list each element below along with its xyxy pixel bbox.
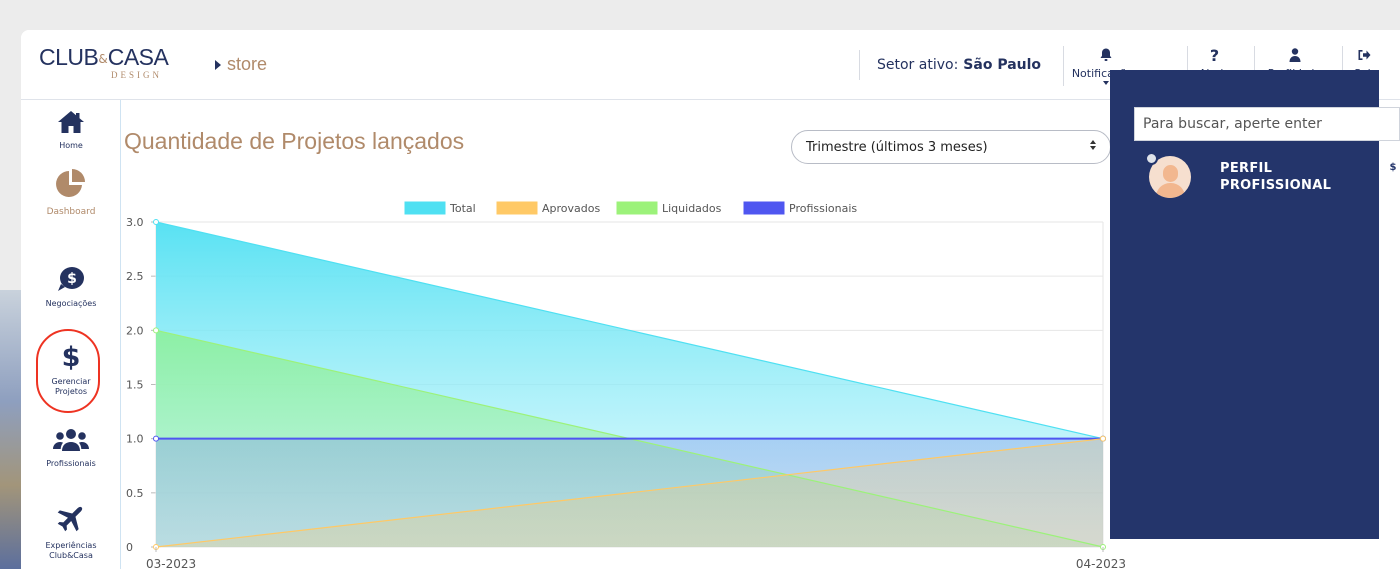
legend-label: Total	[449, 202, 476, 215]
sign-out-icon	[1358, 46, 1371, 64]
bell-icon	[1100, 46, 1112, 64]
y-tick-label: 2.5	[126, 270, 144, 283]
legend-swatch	[743, 201, 785, 215]
breadcrumb[interactable]: store	[215, 54, 267, 75]
logo[interactable]: CLUB&CASA DESIGN	[39, 44, 189, 84]
profile-name-line2: PROFISSIONAL	[1220, 178, 1332, 193]
period-select-value: Trimestre (últimos 3 meses)	[806, 139, 988, 155]
background-decoration	[0, 290, 21, 569]
plane-icon	[55, 502, 87, 538]
y-tick-label: 0	[126, 541, 133, 554]
legend-label: Liquidados	[662, 202, 722, 215]
caret-right-icon	[215, 59, 221, 70]
sidebar-item-home[interactable]: Home	[21, 110, 121, 151]
data-point-profissionais	[153, 435, 159, 442]
profile-name-line1: PERFIL	[1220, 161, 1273, 176]
logo-text: CLUB	[39, 44, 99, 70]
legend-swatch	[404, 201, 446, 215]
legend-swatch	[496, 201, 538, 215]
select-arrows-icon	[1090, 140, 1096, 150]
page-title: Quantidade de Projetos lançados	[124, 128, 465, 154]
period-select[interactable]: Trimestre (últimos 3 meses)	[791, 130, 1111, 164]
dollar-bubble-icon: $	[57, 266, 85, 296]
logo-text-2: CASA	[107, 44, 169, 70]
sector-label: Setor ativo:	[877, 57, 959, 73]
y-tick-label: 0.5	[126, 487, 144, 500]
sidebar-item-label: Profissionais	[46, 459, 96, 468]
status-dot	[1145, 152, 1158, 165]
sidebar-item-label: Experiências Club&Casa	[45, 541, 97, 560]
active-sector: Setor ativo: São Paulo	[859, 50, 1041, 80]
data-point-total	[153, 219, 159, 225]
pie-chart-icon	[55, 168, 87, 204]
dollar-coin-icon[interactable]: $	[1386, 160, 1400, 174]
home-icon	[57, 110, 85, 138]
breadcrumb-label: store	[227, 54, 268, 74]
users-icon	[53, 428, 89, 456]
legend-swatch	[616, 201, 658, 215]
data-point-liquidados	[153, 327, 159, 334]
user-icon	[1289, 46, 1301, 64]
x-tick-label: 03-2023	[146, 557, 196, 569]
y-tick-label: 2.0	[126, 324, 144, 337]
search-input[interactable]: Para buscar, aperte enter	[1134, 107, 1400, 141]
y-tick-label: 3.0	[126, 216, 144, 229]
data-point-aprovados	[1100, 435, 1106, 442]
legend-label: Profissionais	[789, 202, 857, 215]
sidebar-item-label: Negociações	[45, 299, 97, 308]
highlight-annotation	[36, 329, 100, 413]
chevron-down-icon	[1102, 81, 1109, 85]
logo-ampersand: &	[98, 52, 108, 66]
legend-label: Aprovados	[542, 202, 600, 215]
sidebar-item-label: Home	[59, 141, 83, 150]
profile-name[interactable]: PERFIL PROFISSIONAL	[1220, 160, 1331, 194]
sidebar-item-label: Dashboard	[46, 207, 96, 217]
sector-value: São Paulo	[963, 57, 1042, 73]
y-tick-label: 1.5	[126, 379, 144, 392]
y-tick-label: 1.0	[126, 433, 144, 446]
logo-subtitle: DESIGN	[111, 70, 162, 80]
svg-text:$: $	[67, 271, 77, 287]
projects-area-chart: 0 0.5 1.0 1.5 2.0 2.5 3.0 03-2023 04-2023 Total Ap…	[126, 201, 1126, 569]
x-tick-label: 04-2023	[1076, 557, 1126, 569]
question-icon: ?	[1209, 45, 1220, 65]
